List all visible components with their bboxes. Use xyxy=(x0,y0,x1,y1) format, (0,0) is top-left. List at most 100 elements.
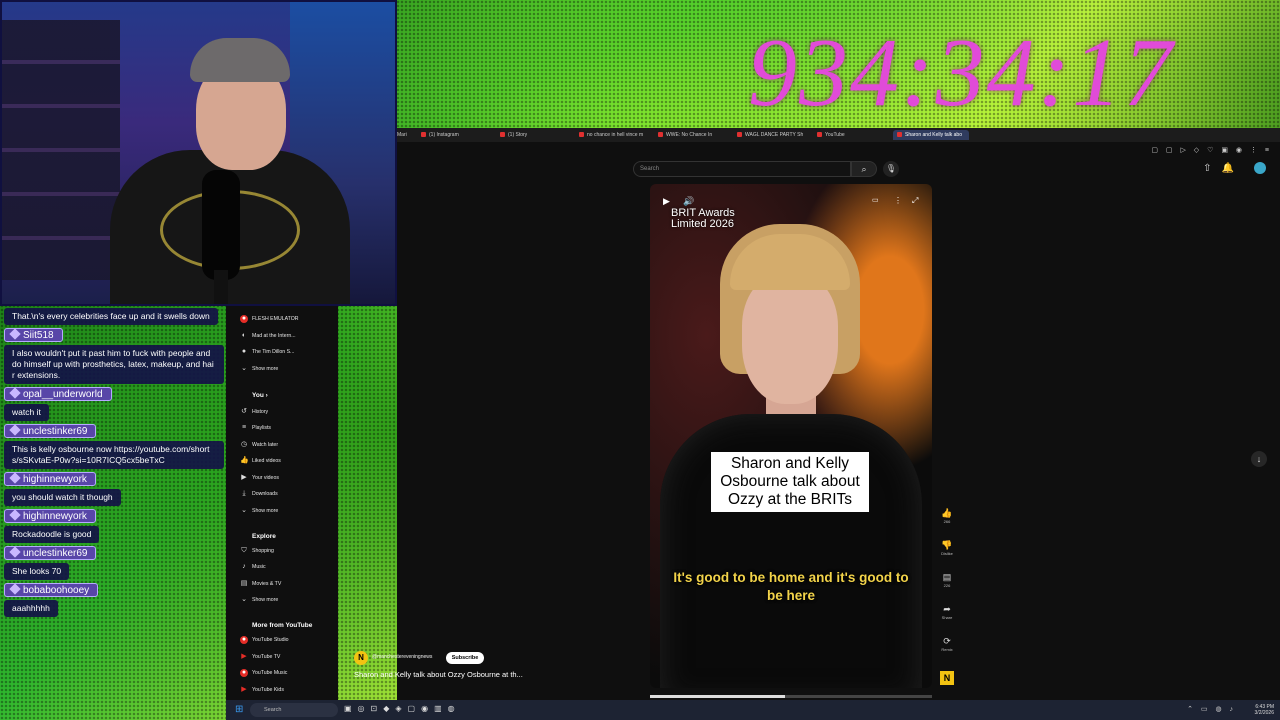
tab-label: Mari xyxy=(397,132,407,138)
like-icon: 👍 xyxy=(240,457,249,464)
search-icon[interactable]: ⌕ xyxy=(851,161,877,177)
browser-tab-active[interactable]: Sharon and Kelly talk abo xyxy=(893,130,969,140)
chevron-down-icon: ⌄ xyxy=(241,596,247,603)
sidebar-show-more[interactable]: ⌄ Show more xyxy=(241,504,279,518)
like-button[interactable]: 👍 266 xyxy=(940,507,954,525)
sidebar-item-label: YouTube TV xyxy=(252,654,281,660)
tray-icons[interactable]: ⌃ ▭ ◍ ♪ xyxy=(1187,705,1236,713)
next-video-arrow-icon[interactable]: ↓ xyxy=(1251,451,1267,467)
volume-icon[interactable]: 🔊 xyxy=(683,196,694,207)
chat-username-text: highinnewyork xyxy=(23,474,87,485)
sidebar-item-playlists[interactable]: ≡ Playlists xyxy=(242,421,271,435)
sidebar-item-music[interactable]: ♪ Music xyxy=(242,560,266,574)
dislike-label: Dislike xyxy=(941,551,953,556)
sidebar-heading-you[interactable]: You › xyxy=(252,392,268,399)
channel-avatar[interactable]: N xyxy=(354,651,368,665)
browser-tab[interactable]: WWE: No Chance In xyxy=(658,130,728,140)
channel-thumbnail[interactable]: N xyxy=(940,671,954,685)
clock-icon: ◷ xyxy=(240,441,248,448)
clock-date: 3/2/2026 xyxy=(1254,710,1274,716)
account-avatar[interactable] xyxy=(1244,162,1266,174)
sidebar-item-your-videos[interactable]: ▶ Your videos xyxy=(241,471,279,485)
sidebar-item-history[interactable]: ↺ History xyxy=(241,405,268,419)
avatar xyxy=(1254,162,1266,174)
browser-tab[interactable]: Mari xyxy=(397,130,407,140)
youtube-favicon xyxy=(658,132,663,138)
dislike-button[interactable]: 👎 Dislike xyxy=(940,539,954,557)
chat-message: Siit518 I also wouldn't put it past him … xyxy=(0,325,226,384)
sidebar-item-label: Show more xyxy=(252,508,279,514)
clock[interactable]: 6:43 PM 3/2/2026 xyxy=(1255,704,1274,716)
sidebar-item-downloads[interactable]: ⤓ Downloads xyxy=(242,487,277,501)
stream-screen: 934:34:17 That.\n's every celebrities fa… xyxy=(0,0,1280,720)
sub-badge-icon xyxy=(9,583,21,595)
browser-tab[interactable]: (1) Story xyxy=(500,130,527,140)
browser-tab[interactable]: YouTube xyxy=(817,130,845,140)
chat-username: highinnewyork xyxy=(4,509,96,523)
chat-username-text: unclestinker69 xyxy=(23,548,88,559)
sidebar-item-label: Music xyxy=(252,564,266,570)
sidebar-item-movies[interactable]: ▤ Movies & TV xyxy=(241,577,282,591)
shorts-video-player[interactable]: ▶ 🔊 ▭ ⋮ ⤢ BRIT Awards Limited 2026 Sharo… xyxy=(650,184,932,688)
share-label: Share xyxy=(941,615,953,620)
more-options-icon[interactable]: ⋮ xyxy=(894,196,902,205)
channel-avatar-icon: ● xyxy=(240,315,248,323)
browser-tab[interactable]: WAGL DANCE PARTY Sh xyxy=(737,130,807,140)
sidebar-item-sub[interactable]: ● The Tim Dillon S... xyxy=(242,345,295,359)
taskbar-apps[interactable]: ▣◎⊡◆◈▢◉▥◍ xyxy=(344,704,461,713)
play-icon[interactable]: ▶ xyxy=(663,196,670,207)
mic-icon[interactable]: 🎙 xyxy=(883,161,899,177)
sidebar-item-yt-kids[interactable]: ▶ YouTube Kids xyxy=(241,683,284,697)
sidebar-item-label: Show more xyxy=(252,366,279,372)
sidebar-item-sub[interactable]: ● FLESH EMULATOR xyxy=(240,312,299,326)
browser-tab[interactable]: no chance in hell vince m xyxy=(579,130,651,140)
comment-button[interactable]: ▤ 226 xyxy=(940,571,954,589)
tab-label: WWE: No Chance In xyxy=(666,132,713,138)
sidebar-item-label: Liked videos xyxy=(252,458,281,464)
remix-button[interactable]: ⟳ Remix xyxy=(940,635,954,653)
windows-start-icon[interactable]: ⊞ xyxy=(235,705,245,715)
chevron-down-icon: ⌄ xyxy=(241,507,247,514)
youtube-favicon xyxy=(817,132,822,138)
chat-message: unclestinker69 This is kelly osbourne no… xyxy=(0,421,226,469)
webcam-border xyxy=(0,0,397,306)
sidebar-item-label: YouTube Studio xyxy=(252,637,289,643)
shopping-bag-icon: ⛉ xyxy=(241,547,247,554)
browser-tab[interactable]: (1) Instagram xyxy=(421,130,459,140)
heading-label: You xyxy=(252,392,264,399)
chat-message-text: This is kelly osbourne now https://youtu… xyxy=(4,441,224,469)
sidebar-item-shopping[interactable]: ⛉ Shopping xyxy=(241,544,274,558)
channel-avatar-icon: ◐ xyxy=(241,332,247,339)
sidebar-item-yt-tv[interactable]: ▶ YouTube TV xyxy=(241,650,281,664)
chat-message: highinnewyork you should watch it though xyxy=(0,469,226,506)
toolbar-icons[interactable]: ▢ ▢ ▷ ◇ ♡ ▣ ◉ ⋮ ≡ xyxy=(1151,146,1272,154)
sidebar-item-liked[interactable]: 👍 Liked videos xyxy=(240,454,281,468)
tab-label: no chance in hell vince m xyxy=(587,132,644,138)
remix-icon: ⟳ xyxy=(943,636,951,646)
channel-name[interactable]: @manchestereveningnews xyxy=(372,654,432,660)
yt-sidebar: ● FLESH EMULATOR ◐ Mad at the Intern... ● T… xyxy=(226,306,338,700)
webcam-feed xyxy=(0,0,397,306)
taskbar-search[interactable]: Search xyxy=(250,703,338,717)
sidebar-item-studio[interactable]: ● YouTube Studio xyxy=(240,633,289,647)
sidebar-show-more[interactable]: ⌄ Show more xyxy=(241,593,278,607)
upload-icon[interactable]: ⇧ xyxy=(1203,163,1211,174)
youtube-music-icon: ● xyxy=(240,669,248,677)
share-button[interactable]: ➦ Share xyxy=(940,603,954,621)
sidebar-item-watch-later[interactable]: ◷ Watch later xyxy=(241,438,279,452)
subscribe-button[interactable]: Subscribe xyxy=(446,652,484,664)
taskbar: ⊞ Search ▣◎⊡◆◈▢◉▥◍ ⌃ ▭ ◍ ♪ 6:43 PM 3/2/2… xyxy=(226,700,1280,720)
sidebar-item-sub[interactable]: ◐ Mad at the Intern... xyxy=(242,329,296,343)
chat-message-text: aaahhhhh xyxy=(4,600,58,617)
heading-label: Explore xyxy=(252,533,276,540)
sidebar-show-more[interactable]: ⌄ Show more xyxy=(241,362,279,376)
sidebar-heading-explore: Explore xyxy=(252,533,276,540)
captions-icon[interactable]: ▭ xyxy=(872,196,879,204)
bell-icon[interactable]: 🔔 xyxy=(1222,163,1234,174)
video-progress-bar[interactable] xyxy=(650,695,932,698)
sidebar-item-label: Watch later xyxy=(252,442,279,448)
search-input[interactable]: Search xyxy=(633,161,851,177)
fullscreen-icon[interactable]: ⤢ xyxy=(912,196,918,206)
video-title[interactable]: Sharon and Kelly talk about Ozzy Osbourn… xyxy=(354,670,523,679)
sidebar-item-yt-music[interactable]: ● YouTube Music xyxy=(240,666,287,680)
